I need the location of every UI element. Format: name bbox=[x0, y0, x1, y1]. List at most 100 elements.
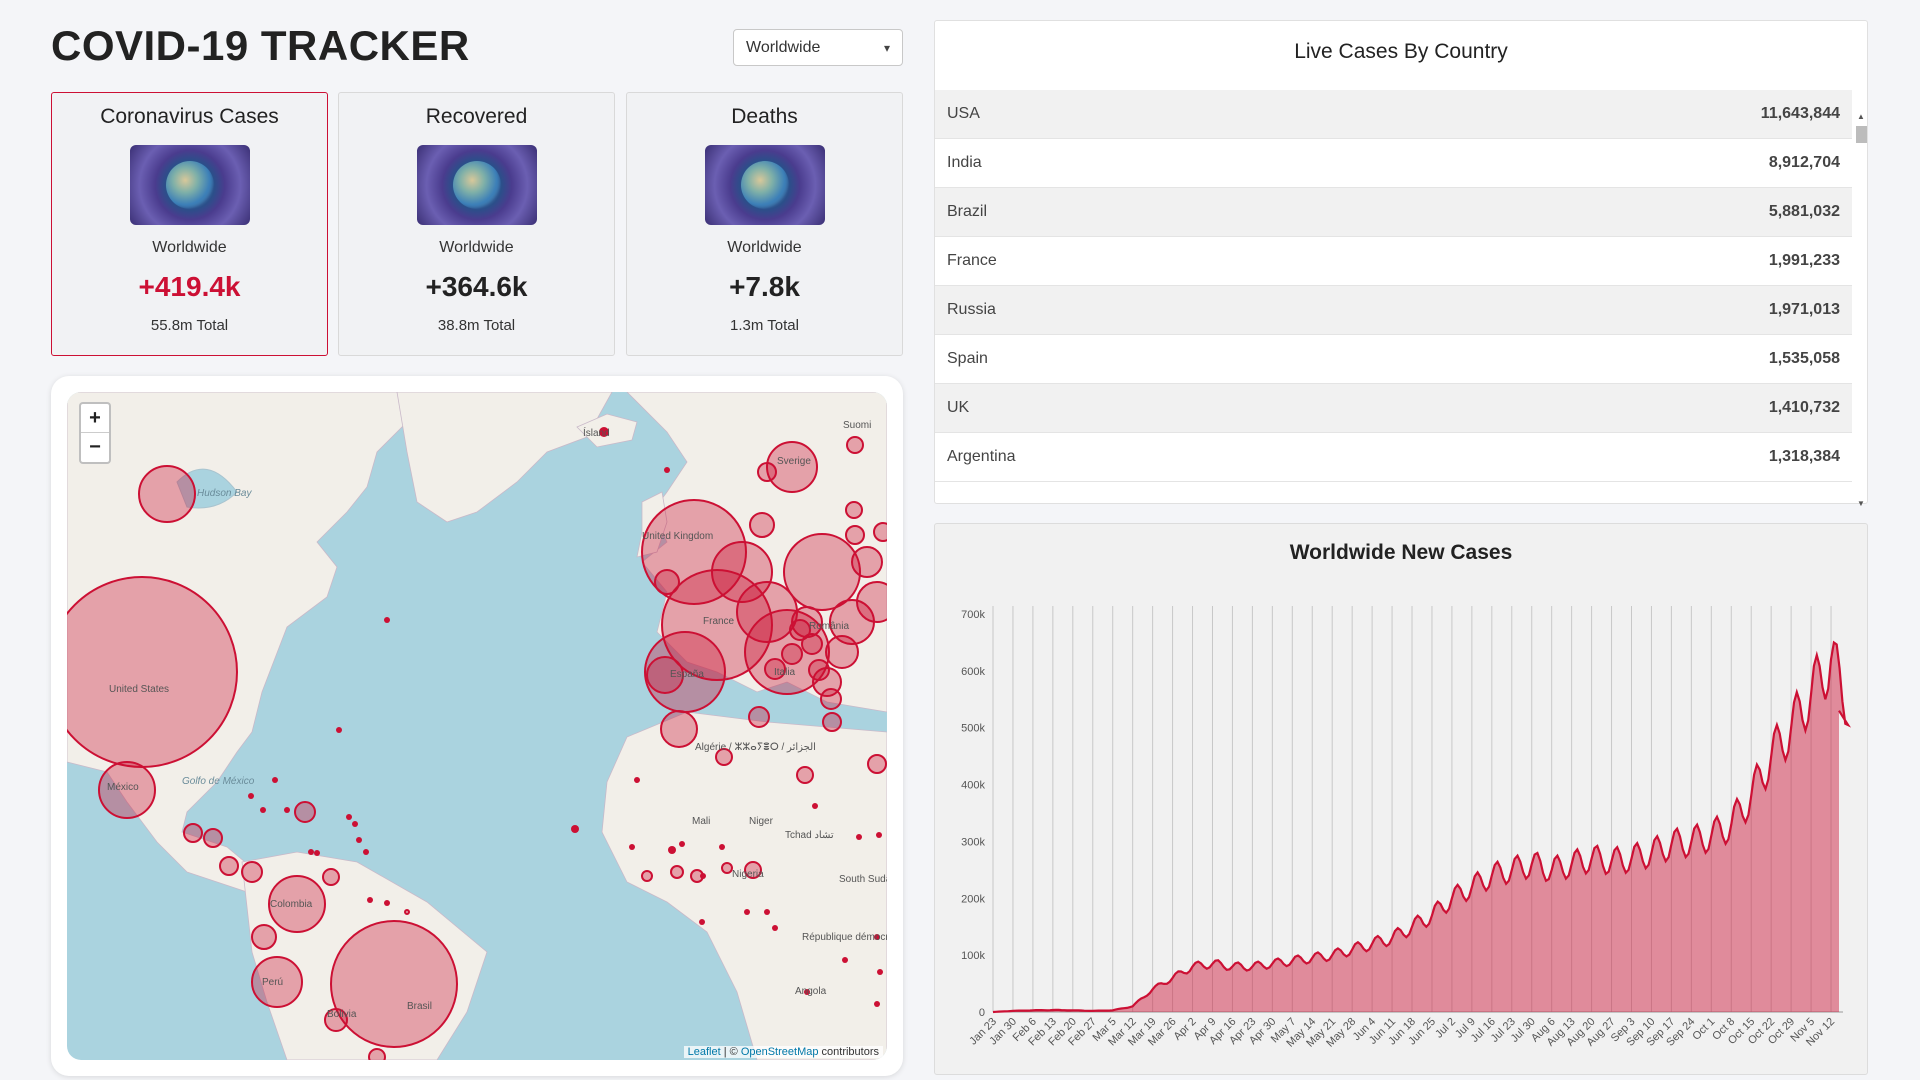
scroll-up-icon[interactable]: ▲ bbox=[1854, 112, 1868, 121]
y-tick-label: 700k bbox=[961, 609, 985, 621]
map-circle bbox=[721, 862, 733, 874]
map-circle bbox=[822, 712, 842, 732]
map-circle bbox=[203, 828, 223, 848]
card-scope: Worldwide bbox=[152, 239, 227, 256]
map-circle bbox=[808, 659, 830, 681]
map-dot bbox=[384, 617, 390, 623]
map-circle bbox=[219, 856, 239, 876]
country-name: France bbox=[947, 252, 997, 269]
new-cases-chart: Worldwide New Cases 0 100k 200k 300k 400k 500… bbox=[934, 523, 1868, 1075]
map-circle bbox=[368, 1048, 386, 1060]
country-cases: 5,881,032 bbox=[1768, 203, 1840, 220]
map-dot bbox=[679, 841, 685, 847]
table-body[interactable]: USA 11,643,844 India 8,912,704 Brazil 5,881… bbox=[935, 90, 1852, 490]
country-name: Brazil bbox=[947, 203, 988, 220]
map-circle bbox=[801, 633, 823, 655]
app-title: COVID-19 TRACKER bbox=[51, 22, 470, 69]
map-dot bbox=[772, 925, 778, 931]
map-circle bbox=[851, 546, 883, 578]
map-dot bbox=[363, 849, 369, 855]
map-label: Colombia bbox=[270, 899, 313, 910]
card-recovered[interactable]: Recovered Worldwide +364.6k 38.8m Total bbox=[338, 92, 615, 356]
card-deaths[interactable]: Deaths Worldwide +7.8k 1.3m Total bbox=[626, 92, 903, 356]
leaflet-link[interactable]: Leaflet bbox=[688, 1046, 721, 1058]
y-tick-label: 500k bbox=[961, 723, 985, 735]
map-dot bbox=[571, 825, 579, 833]
table-row: France 1,991,233 bbox=[935, 237, 1852, 286]
map-circle bbox=[846, 436, 864, 454]
map-circle bbox=[873, 522, 887, 542]
card-title: Recovered bbox=[425, 105, 528, 128]
map-label: Nigeria bbox=[732, 869, 764, 880]
table-title: Live Cases By Country bbox=[1294, 40, 1508, 63]
y-tick-label: 600k bbox=[961, 666, 985, 678]
map-circle bbox=[241, 861, 263, 883]
country-cases: 1,410,732 bbox=[1768, 399, 1840, 416]
table-row: Russia 1,971,013 bbox=[935, 286, 1852, 335]
country-select[interactable]: Worldwide ▾ bbox=[733, 29, 903, 66]
map-dot bbox=[812, 803, 818, 809]
table-row: UK 1,410,732 bbox=[935, 384, 1852, 433]
map-circle bbox=[322, 868, 340, 886]
map-label: Ísland bbox=[583, 426, 610, 439]
country-cases: 1,318,384 bbox=[1768, 448, 1840, 465]
card-cases[interactable]: Coronavirus Cases Worldwide +419.4k 55.8… bbox=[51, 92, 328, 356]
card-new-value: +7.8k bbox=[729, 271, 800, 302]
country-cases: 1,991,233 bbox=[1768, 252, 1840, 269]
map-label: Hudson Bay bbox=[197, 488, 252, 499]
live-cases-table: Live Cases By Country USA 11,643,844 Indi… bbox=[934, 20, 1868, 508]
y-tick-label: 0 bbox=[979, 1007, 985, 1019]
y-tick-label: 200k bbox=[961, 893, 985, 905]
scroll-down-icon[interactable]: ▼ bbox=[1854, 499, 1868, 508]
country-cases: 11,643,844 bbox=[1760, 105, 1840, 122]
zoom-in-button[interactable]: + bbox=[81, 404, 109, 433]
card-new-value: +419.4k bbox=[138, 271, 241, 302]
country-cases: 1,971,013 bbox=[1768, 301, 1840, 318]
table-scrollbar[interactable]: ▲ ▼ bbox=[1854, 112, 1868, 508]
map-dot bbox=[384, 900, 390, 906]
map-dot bbox=[744, 909, 750, 915]
map-circle bbox=[757, 462, 777, 482]
map-circle bbox=[845, 501, 863, 519]
map-dot bbox=[668, 846, 676, 854]
map-label: United States bbox=[109, 684, 169, 695]
attribution-rest: contributors bbox=[818, 1046, 879, 1058]
attribution-sep: | © bbox=[720, 1046, 741, 1058]
map-canvas: Ísland Suomi Sverige United Kingdom Fran… bbox=[67, 392, 887, 1060]
map-dot bbox=[352, 821, 358, 827]
map-label: United Kingdom bbox=[642, 531, 713, 542]
map-dot bbox=[308, 849, 314, 855]
country-select-value: Worldwide bbox=[746, 38, 821, 56]
country-name: India bbox=[947, 154, 982, 171]
map-attribution: Leaflet | © OpenStreetMap contributors bbox=[683, 1046, 883, 1058]
map-dot bbox=[260, 807, 266, 813]
y-tick-label: 100k bbox=[961, 950, 985, 962]
land-greenland bbox=[396, 392, 613, 523]
card-total: 55.8m Total bbox=[150, 317, 229, 334]
map-circle bbox=[138, 465, 196, 523]
map-dot bbox=[842, 957, 848, 963]
card-new-value: +364.6k bbox=[425, 271, 528, 302]
map-dot bbox=[248, 793, 254, 799]
y-tick-label: 300k bbox=[961, 836, 985, 848]
map-circle bbox=[404, 909, 410, 915]
map-dot bbox=[856, 834, 862, 840]
map-label: France bbox=[703, 616, 735, 627]
zoom-out-button[interactable]: − bbox=[81, 433, 109, 462]
map-dot bbox=[336, 727, 342, 733]
map-label: Sverige bbox=[777, 456, 811, 467]
map[interactable]: + − Ísland Suomi Sverige United Kingdom … bbox=[67, 392, 887, 1060]
map-circle bbox=[670, 865, 684, 879]
map-circle bbox=[867, 754, 887, 774]
country-name: Argentina bbox=[947, 448, 1016, 465]
scroll-thumb[interactable] bbox=[1856, 126, 1867, 143]
card-title: Deaths bbox=[731, 105, 798, 128]
osm-link[interactable]: OpenStreetMap bbox=[741, 1046, 819, 1058]
map-label: Bolivia bbox=[327, 1009, 357, 1020]
map-dot bbox=[367, 897, 373, 903]
map-dot bbox=[272, 777, 278, 783]
chart-canvas: 0100k200k300k400k500k600k700kJan 23Jan 3… bbox=[961, 606, 1852, 1050]
map-label: République démocratique du Congo bbox=[802, 932, 887, 943]
map-circle bbox=[856, 581, 887, 623]
map-label: Niger bbox=[749, 816, 774, 827]
